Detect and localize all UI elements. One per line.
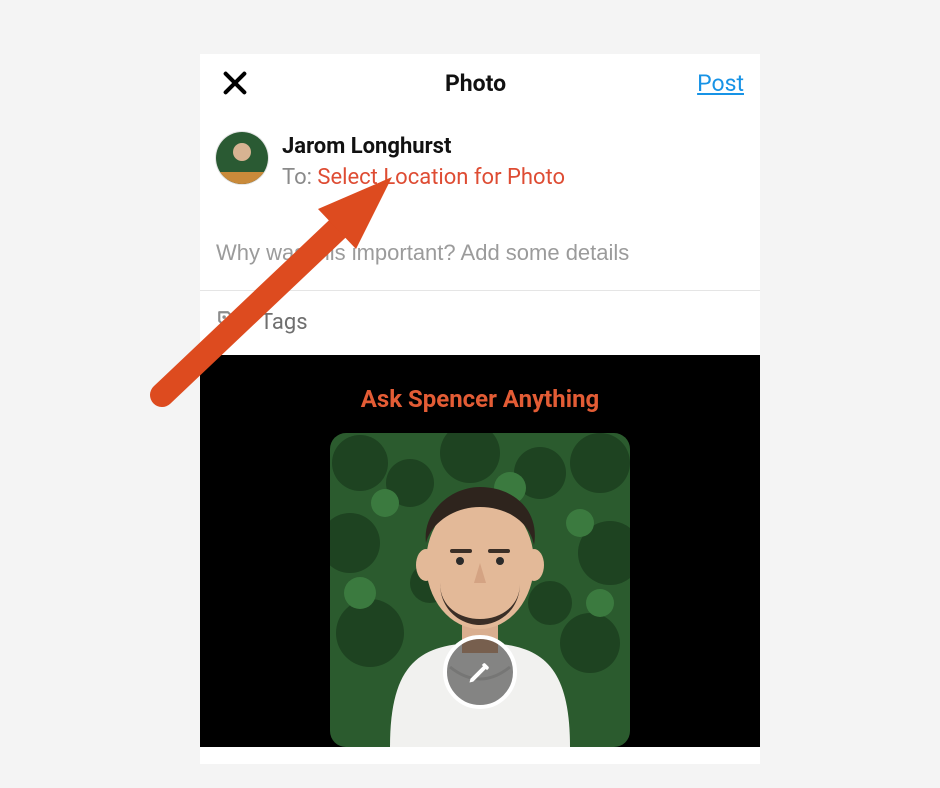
user-row: Jarom Longhurst To: Select Location for … [200, 110, 760, 198]
close-icon [221, 69, 249, 97]
edit-photo-button[interactable] [443, 635, 517, 709]
caption-input[interactable] [216, 240, 744, 266]
select-location-link[interactable]: Select Location for Photo [317, 165, 565, 190]
tags-row[interactable]: Tags [200, 291, 760, 355]
tag-icon [216, 309, 242, 335]
tags-label: Tags [260, 310, 308, 335]
to-line: To: Select Location for Photo [282, 165, 565, 190]
user-text-block: Jarom Longhurst To: Select Location for … [282, 132, 565, 190]
pencil-icon [466, 658, 494, 686]
avatar[interactable] [216, 132, 268, 184]
post-button[interactable]: Post [697, 70, 744, 97]
avatar-image [216, 132, 268, 184]
caption-area [200, 198, 760, 290]
top-bar: Photo Post [200, 54, 760, 110]
user-name: Jarom Longhurst [282, 134, 565, 159]
close-button[interactable] [216, 64, 254, 102]
photo-compose-card: Photo Post Jarom Longhurst To: Select Lo… [200, 54, 760, 764]
photo-preview: Ask Spencer Anything [200, 355, 760, 747]
to-prefix: To: [282, 165, 317, 190]
page-title: Photo [445, 70, 506, 97]
preview-headline: Ask Spencer Anything [200, 355, 760, 413]
